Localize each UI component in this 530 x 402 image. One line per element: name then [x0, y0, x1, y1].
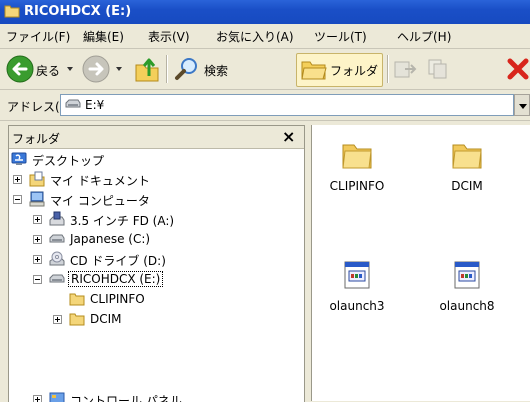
copy-to-icon[interactable] — [427, 57, 451, 81]
search-label: 検索 — [204, 64, 229, 78]
file-item-dcim[interactable]: DCIM — [422, 139, 512, 199]
folders-icon — [301, 61, 327, 80]
file-name: olaunch8 — [439, 299, 495, 313]
collapse-icon[interactable] — [33, 275, 42, 284]
folder-icon — [69, 313, 85, 326]
tree-item-label: RICOHDCX (E:) — [68, 271, 164, 287]
menu-favorites[interactable]: お気に入り(A) — [216, 28, 294, 45]
tree-item-label: CLIPINFO — [90, 292, 145, 306]
expand-icon[interactable] — [53, 315, 62, 324]
file-name: DCIM — [451, 179, 483, 193]
toolbar: 戻る 検索 フォルダ — [0, 49, 530, 90]
expand-icon[interactable] — [13, 175, 22, 184]
file-item-olaunch3[interactable]: olaunch3 — [312, 259, 402, 331]
tree-item-label: マイ ドキュメント — [50, 174, 150, 188]
removable-drive-icon — [65, 99, 81, 108]
tree-item-label: マイ コンピュータ — [50, 194, 150, 208]
folder-pane: フォルダ × デスクトップ マイ ドキュメント マイ コンピュータ 3.5 イン… — [8, 125, 305, 402]
cd-drive-icon — [49, 251, 65, 266]
folder-icon — [342, 144, 372, 169]
file-item-clipinfo[interactable]: CLIPINFO — [312, 139, 402, 199]
control-panel-icon — [49, 392, 65, 402]
menu-view[interactable]: 表示(V) — [148, 28, 190, 45]
file-item-olaunch8[interactable]: olaunch8 — [422, 259, 512, 331]
menu-bar: ファイル(F) 編集(E) 表示(V) お気に入り(A) ツール(T) ヘルプ(… — [0, 24, 530, 49]
address-bar: アドレス(D) E:¥ — [0, 90, 530, 121]
menu-file[interactable]: ファイル(F) — [6, 28, 70, 45]
close-icon[interactable]: × — [282, 127, 295, 146]
up-folder-icon[interactable] — [134, 55, 160, 83]
tree-item-label: Japanese (C:) — [70, 232, 151, 246]
folder-icon — [4, 5, 20, 18]
tree-item-label: DCIM — [90, 312, 122, 326]
tree-item-label: CD ドライブ (D:) — [70, 254, 166, 268]
address-dropdown-button[interactable] — [514, 94, 530, 116]
removable-drive-icon — [49, 274, 65, 283]
my-computer-icon — [29, 191, 45, 207]
expand-icon[interactable] — [33, 215, 42, 224]
folders-button[interactable]: フォルダ — [296, 53, 383, 87]
floppy-drive-icon — [49, 211, 65, 226]
back-dropdown-icon[interactable] — [67, 67, 73, 71]
menu-edit[interactable]: 編集(E) — [83, 28, 124, 45]
application-icon — [344, 261, 370, 289]
hard-drive-icon — [49, 234, 65, 243]
address-value: E:¥ — [85, 98, 105, 112]
folders-label: フォルダ — [330, 64, 379, 78]
file-list: CLIPINFO DCIM olaunch3 olaunch8 — [311, 125, 530, 401]
menu-help[interactable]: ヘルプ(H) — [397, 28, 451, 45]
move-to-icon[interactable] — [393, 57, 417, 81]
file-name: CLIPINFO — [329, 179, 385, 193]
file-name: olaunch3 — [329, 299, 385, 313]
tree-item-label: 3.5 インチ FD (A:) — [70, 214, 175, 228]
forward-arrow-icon — [82, 55, 110, 83]
desktop-icon — [11, 152, 27, 165]
expand-icon[interactable] — [33, 255, 42, 264]
tree-item-label: デスクトップ — [32, 154, 105, 168]
folder-icon — [452, 144, 482, 169]
folder-pane-title: フォルダ — [12, 132, 61, 146]
folder-pane-header: フォルダ × — [9, 126, 304, 149]
collapse-icon[interactable] — [13, 195, 22, 204]
folder-icon — [69, 293, 85, 306]
back-label: 戻る — [36, 64, 61, 78]
application-icon — [454, 261, 480, 289]
address-input[interactable]: E:¥ — [60, 94, 514, 116]
forward-dropdown-icon[interactable] — [116, 67, 122, 71]
delete-icon[interactable] — [506, 58, 530, 80]
title-bar[interactable]: RICOHDCX (E:) — [0, 0, 530, 24]
menu-tools[interactable]: ツール(T) — [314, 28, 367, 45]
window-title: RICOHDCX (E:) — [24, 4, 132, 19]
back-arrow-icon — [6, 55, 34, 83]
search-icon — [175, 58, 197, 80]
my-documents-icon — [29, 171, 45, 187]
expand-icon[interactable] — [33, 235, 42, 244]
